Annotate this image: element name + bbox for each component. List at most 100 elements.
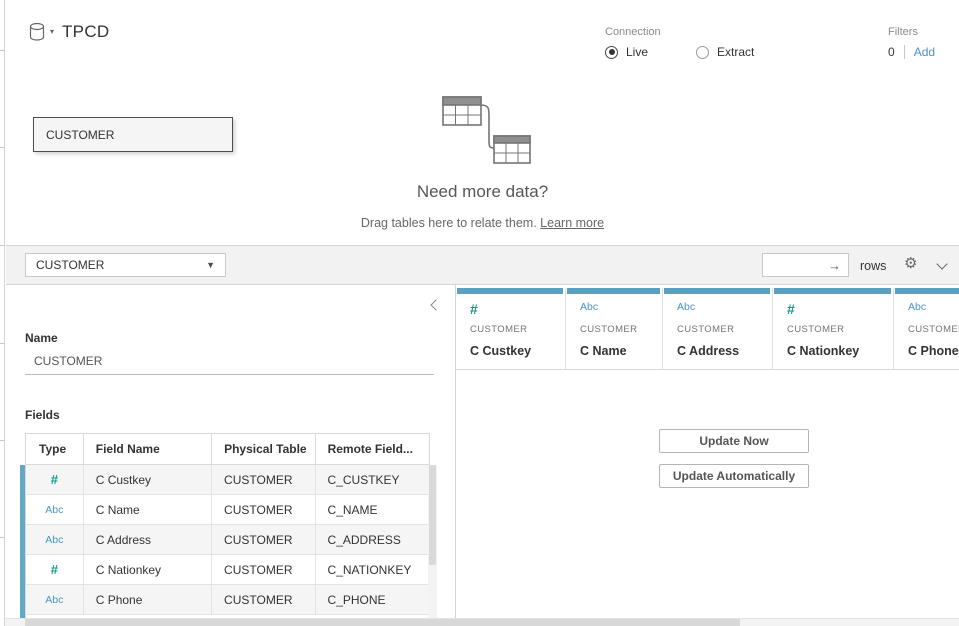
grid-column-header[interactable]: # CUSTOMER C Custkey — [456, 288, 566, 370]
row-limit-input[interactable] — [763, 255, 823, 275]
remote-field-cell: C_NAME — [316, 495, 429, 524]
column-field-name: C Phone — [908, 344, 959, 358]
tableau-datasource-page: ▾ TPCD Connection Live Extract Filte — [0, 0, 959, 626]
rail-tick — [0, 147, 5, 148]
physical-table-cell: CUSTOMER — [212, 555, 316, 584]
column-table-name: CUSTOMER — [787, 324, 844, 335]
field-name-cell: C Address — [84, 525, 212, 554]
table-row[interactable]: Abc C Address CUSTOMER C_ADDRESS — [26, 525, 429, 555]
divider — [904, 45, 905, 59]
connection-group: Connection Live Extract — [605, 26, 794, 59]
column-accent-strip — [457, 288, 563, 294]
scrollbar-thumb[interactable] — [429, 465, 436, 565]
collapsed-left-pane[interactable] — [0, 0, 5, 626]
grid-column-header[interactable]: Abc CUSTOMER C Name — [566, 288, 663, 370]
type-cell: Abc — [26, 525, 84, 554]
table-row[interactable]: Abc C Phone CUSTOMER C_PHONE — [26, 585, 429, 615]
collapse-panel-icon[interactable] — [430, 301, 440, 311]
fields-table-header: Type Field Name Physical Table Remote Fi… — [26, 434, 429, 465]
rows-label: rows — [860, 259, 886, 273]
apply-rows-arrow-icon[interactable]: → — [828, 258, 848, 273]
radio-button-icon — [696, 46, 709, 59]
field-name-cell: C Name — [84, 495, 212, 524]
datasource-title[interactable]: TPCD — [62, 22, 109, 42]
add-filter-link[interactable]: Add — [914, 45, 935, 59]
remote-field-cell: C_NATIONKEY — [316, 555, 429, 584]
filters-count: 0 — [888, 45, 895, 59]
type-cell: # — [26, 465, 84, 494]
field-type-icon: Abc — [677, 301, 695, 313]
field-name-cell: C Custkey — [84, 465, 212, 494]
table-accent-strip — [20, 465, 25, 618]
remote-field-cell: C_CUSTKEY — [316, 465, 429, 494]
datasource-canvas-section: ▾ TPCD Connection Live Extract Filte — [6, 0, 959, 245]
table-row[interactable]: # C Custkey CUSTOMER C_CUSTKEY — [26, 465, 429, 495]
rail-tick — [0, 343, 5, 344]
column-accent-strip — [567, 288, 660, 294]
radio-live-label: Live — [626, 45, 648, 59]
column-table-name: CUSTOMER — [580, 324, 637, 335]
fields-table-body: # C Custkey CUSTOMER C_CUSTKEY Abc C Nam… — [26, 465, 429, 615]
field-type-icon: Abc — [45, 594, 63, 606]
column-header-field-name: Field Name — [84, 434, 212, 464]
column-field-name: C Address — [677, 344, 739, 358]
rail-tick — [0, 50, 5, 51]
column-header-type: Type — [26, 434, 84, 464]
empty-state-subtext: Drag tables here to relate them. Learn m… — [6, 216, 959, 230]
gear-icon[interactable]: ⚙ — [904, 256, 917, 271]
main-area: Name Fields Type Field Name Physical Tab… — [6, 285, 959, 618]
field-name-cell: C Nationkey — [84, 555, 212, 584]
relate-tables-icon — [437, 92, 533, 171]
fields-scrollbar[interactable] — [428, 465, 437, 618]
field-type-icon: Abc — [908, 301, 926, 313]
radio-extract[interactable]: Extract — [696, 45, 754, 59]
column-accent-strip — [664, 288, 770, 294]
chevron-down-icon[interactable] — [938, 260, 947, 269]
field-type-icon: # — [470, 301, 478, 317]
horizontal-scrollbar[interactable] — [0, 618, 959, 626]
grid-column-header[interactable]: Abc CUSTOMER C Phone — [894, 288, 959, 370]
column-accent-strip — [895, 288, 959, 294]
empty-state-title: Need more data? — [6, 182, 959, 202]
filters-group: Filters 0 Add — [888, 26, 935, 59]
rail-tick — [0, 440, 5, 441]
table-details-panel: Name Fields Type Field Name Physical Tab… — [6, 285, 455, 618]
field-type-icon: Abc — [580, 301, 598, 313]
data-grid-headers: # CUSTOMER C Custkey Abc CUSTOMER C Name… — [456, 288, 959, 370]
field-type-icon: Abc — [45, 504, 63, 516]
type-cell: # — [26, 555, 84, 584]
drag-tables-hint: Drag tables here to relate them. — [361, 216, 537, 230]
physical-table-cell: CUSTOMER — [212, 585, 316, 614]
scrollbar-thumb[interactable] — [25, 619, 740, 626]
rail-tick — [0, 245, 5, 246]
grid-column-header[interactable]: # CUSTOMER C Nationkey — [773, 288, 894, 370]
connection-label: Connection — [605, 26, 794, 38]
datasource-menu-button[interactable]: ▾ — [28, 22, 54, 47]
chevron-down-icon: ▾ — [50, 27, 54, 36]
learn-more-link[interactable]: Learn more — [540, 216, 604, 230]
column-table-name: CUSTOMER — [470, 324, 527, 335]
table-row[interactable]: Abc C Name CUSTOMER C_NAME — [26, 495, 429, 525]
table-name-input[interactable] — [25, 347, 434, 375]
column-table-name: CUSTOMER — [908, 324, 959, 335]
radio-live[interactable]: Live — [605, 45, 648, 59]
radio-button-icon — [605, 46, 618, 59]
physical-table-cell: CUSTOMER — [212, 495, 316, 524]
name-label: Name — [25, 331, 58, 345]
logical-table-chip[interactable]: CUSTOMER — [33, 117, 233, 152]
table-select-dropdown[interactable]: CUSTOMER ▼ — [25, 253, 226, 277]
physical-table-cell: CUSTOMER — [212, 525, 316, 554]
update-automatically-button[interactable]: Update Automatically — [659, 464, 809, 488]
datasource-header: ▾ TPCD Connection Live Extract Filte — [6, 0, 959, 70]
fields-label: Fields — [25, 408, 60, 422]
database-icon — [28, 22, 47, 47]
column-accent-strip — [774, 288, 891, 294]
table-row[interactable]: # C Nationkey CUSTOMER C_NATIONKEY — [26, 555, 429, 585]
type-cell: Abc — [26, 495, 84, 524]
update-now-button[interactable]: Update Now — [659, 429, 809, 453]
field-type-icon: # — [51, 562, 58, 577]
column-field-name: C Name — [580, 344, 627, 358]
grid-column-header[interactable]: Abc CUSTOMER C Address — [663, 288, 773, 370]
column-field-name: C Custkey — [470, 344, 531, 358]
remote-field-cell: C_ADDRESS — [316, 525, 429, 554]
